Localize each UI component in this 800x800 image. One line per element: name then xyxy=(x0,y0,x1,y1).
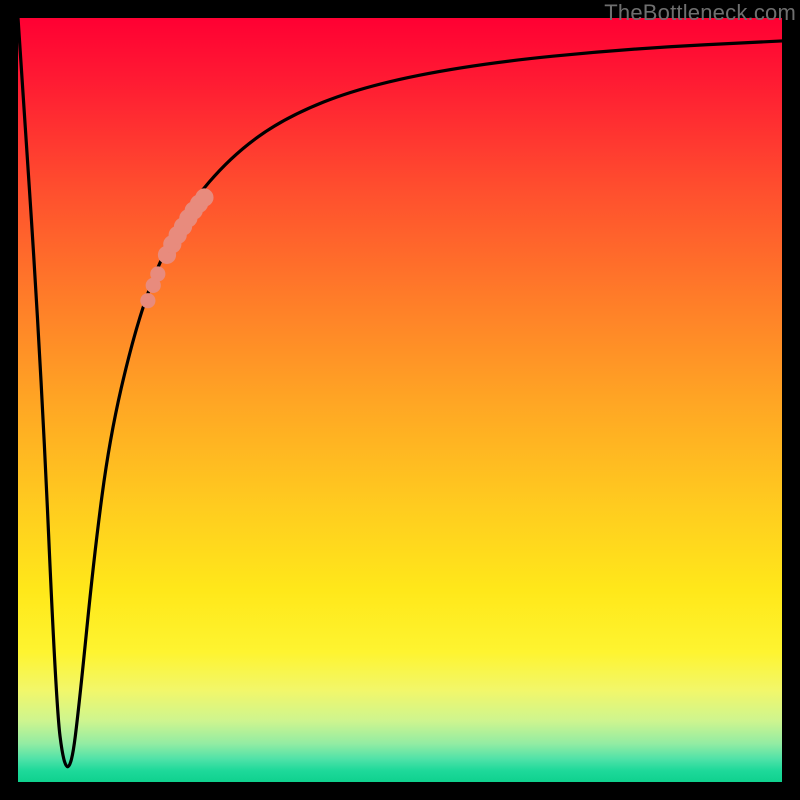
curve-marker xyxy=(140,293,155,308)
curve-marker xyxy=(150,266,165,281)
chart-frame: TheBottleneck.com xyxy=(0,0,800,800)
bottleneck-curve xyxy=(18,18,782,767)
curve-marker xyxy=(195,188,213,206)
watermark-text: TheBottleneck.com xyxy=(604,0,796,26)
curve-svg xyxy=(18,18,782,782)
curve-markers xyxy=(140,188,213,308)
plot-area xyxy=(18,18,782,782)
